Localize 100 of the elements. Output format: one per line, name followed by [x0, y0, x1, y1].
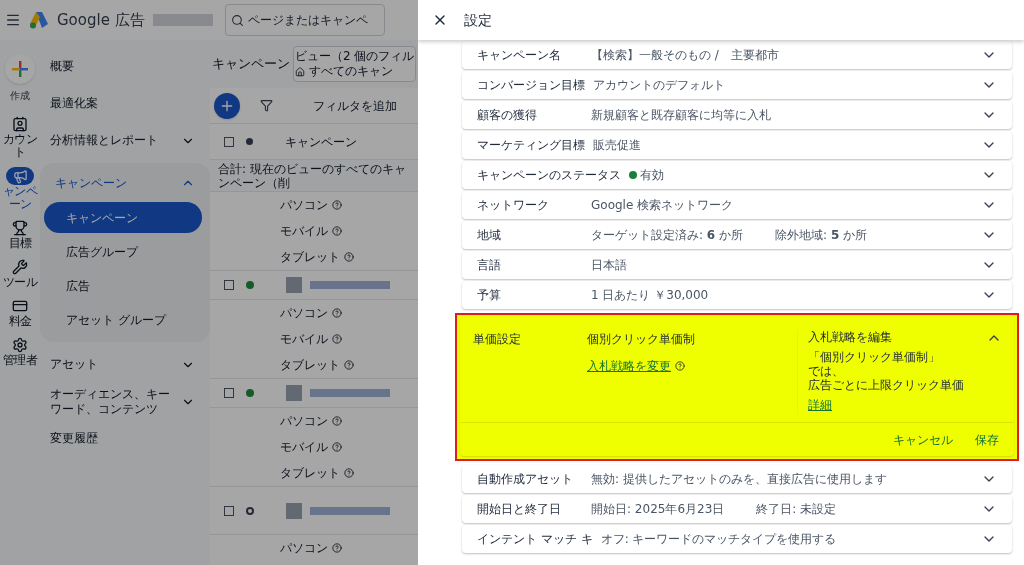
setting-row[interactable]: ネットワーク Google 検索ネットワーク [462, 191, 1012, 219]
help-icon[interactable] [332, 200, 342, 210]
checkbox[interactable] [224, 136, 234, 147]
setting-row[interactable]: キャンペーンのステータス 有効 [462, 161, 1012, 189]
logo-icon [29, 11, 49, 29]
help-icon[interactable] [344, 468, 354, 478]
help-icon[interactable] [332, 543, 342, 553]
contact-card-icon [12, 116, 28, 132]
setting-row[interactable]: キャンペーン名 【検索】一般そのもの / 主要都市 [462, 41, 1012, 69]
setting-value: オフ: キーワードのマッチタイプを使用する [600, 531, 837, 548]
nav-item[interactable]: オーディエンス、キーワード、コンテンツ [50, 386, 174, 417]
help-icon[interactable] [332, 416, 342, 426]
setting-label: キャンペーン名 [477, 47, 562, 64]
rail-item[interactable]: 管理者 [0, 336, 40, 367]
setting-row[interactable]: 言語 日本語 [462, 251, 1012, 279]
view-chip[interactable]: ビュー（2 個のフィル すべてのキャン [293, 46, 417, 82]
setting-row[interactable]: コンバージョン目標 アカウントのデフォルト [462, 71, 1012, 99]
tools-icon [12, 259, 28, 275]
nav-item[interactable]: 変更履歴 [50, 431, 174, 446]
help-icon[interactable] [332, 442, 342, 452]
rail-item[interactable]: ャンペーン [0, 167, 40, 211]
setting-value: 販売促進 [593, 137, 641, 154]
blurred-thumbnail [286, 277, 302, 293]
help-icon[interactable] [344, 252, 354, 262]
checkbox[interactable] [224, 388, 234, 398]
panel-action-button[interactable]: キャンセル [893, 430, 953, 449]
setting-value: Google 検索ネットワーク [591, 197, 734, 214]
side-text: 広告ごとに上限クリック単価 [808, 378, 964, 392]
setting-label: 予算 [477, 287, 502, 304]
rail-item[interactable]: 料金 [0, 297, 40, 328]
nav-item[interactable]: キャンペーン [40, 167, 210, 199]
nav-subitem[interactable]: 広告グループ [44, 236, 202, 267]
setting-value: 1 日あたり ￥30,000 [591, 287, 709, 304]
setting-row[interactable]: マーケティング目標 販売促進 [462, 131, 1012, 159]
device-label: パソコン [280, 413, 328, 430]
panel-action-button[interactable]: 保存 [975, 430, 999, 449]
setting-row[interactable]: 顧客の獲得 新規顧客と既存顧客に均等に入札 [462, 101, 1012, 129]
side-title: 入札戦略を編集 [808, 330, 892, 344]
total-row-label: 合計: 現在のビューのすべてのキャンペーン（削 [218, 161, 407, 190]
setting-label: 開始日と終了日 [477, 501, 562, 518]
megaphone-icon [12, 168, 28, 184]
add-filter-label[interactable]: フィルタを追加 [313, 96, 397, 115]
product-name: Google 広告 [57, 9, 145, 31]
plus-icon [12, 61, 28, 77]
side-text: 「個別クリック単価制」 [808, 350, 940, 364]
setting-value: 開始日: 2025年6月23日 [591, 501, 725, 518]
setting-value: 終了日: 未設定 [756, 501, 837, 518]
device-label: モバイル [280, 439, 328, 456]
device-label: パソコン [280, 305, 328, 322]
setting-label: ネットワーク [477, 197, 550, 214]
checkbox[interactable] [224, 280, 234, 290]
nav-subitem[interactable]: アセット グループ [44, 304, 202, 335]
trophy-icon [12, 220, 28, 236]
setting-label: 顧客の獲得 [477, 107, 538, 124]
add-button[interactable] [214, 92, 240, 119]
credit-card-icon [12, 298, 28, 314]
nav-item[interactable]: 最適化案 [50, 96, 174, 111]
menu-icon[interactable] [5, 12, 21, 28]
setting-value: 無効: 提供したアセットのみを、直接広告に使用します [591, 471, 887, 488]
details-link[interactable]: 詳細 [808, 398, 832, 412]
settings-icon [12, 337, 28, 353]
help-icon[interactable] [332, 226, 342, 236]
panel-title: 設定 [464, 10, 492, 30]
nav-item[interactable]: アセット [50, 357, 174, 372]
device-label: タブレット [280, 465, 340, 482]
setting-value: 【検索】一般そのもの / 主要都市 [591, 47, 779, 64]
page-title: キャンペーン [212, 55, 290, 74]
nav-item[interactable]: 分析情報とレポート [50, 133, 174, 148]
setting-row[interactable]: 開始日と終了日 開始日: 2025年6月23日 終了日: 未設定 [462, 495, 1012, 523]
help-icon[interactable] [332, 308, 342, 318]
setting-row[interactable]: 自動作成アセット 無効: 提供したアセットのみを、直接広告に使用します [462, 465, 1012, 493]
setting-row[interactable]: インテント マッチ キ オフ: キーワードのマッチタイプを使用する [462, 525, 1012, 553]
rail-item[interactable]: カウント [0, 115, 40, 159]
setting-label: キャンペーンのステータス [477, 167, 622, 184]
search-field[interactable]: ページまたはキャンペ [224, 4, 385, 36]
nav-subitem[interactable]: 広告 [44, 270, 202, 301]
home-icon [295, 66, 305, 77]
nav-subitem[interactable]: キャンペーン [44, 202, 202, 233]
nav-item[interactable]: 概要 [50, 59, 174, 74]
setting-row[interactable]: 地域 ターゲット設定済み: 6 か所 除外地域: 5 か所 [462, 221, 1012, 249]
column-header: キャンペーン [285, 133, 357, 151]
search-icon [230, 14, 244, 27]
setting-value: ターゲット設定済み: 6 か所 [591, 227, 744, 244]
setting-row[interactable]: 予算 1 日あたり ￥30,000 [462, 281, 1012, 309]
setting-label: 地域 [477, 227, 502, 244]
help-icon[interactable] [344, 360, 354, 370]
device-label: モバイル [280, 223, 328, 240]
device-label: モバイル [280, 331, 328, 348]
setting-value: 新規顧客と既存顧客に均等に入札 [591, 107, 771, 124]
rail-item[interactable]: 目標 [0, 219, 40, 250]
device-label: タブレット [280, 249, 340, 266]
checkbox[interactable] [224, 505, 234, 516]
filter-icon[interactable] [260, 99, 273, 112]
help-icon[interactable] [332, 334, 342, 344]
setting-label: 単価設定 [473, 331, 522, 348]
help-icon[interactable] [675, 361, 685, 371]
rail-item[interactable]: ツール [0, 258, 40, 289]
change-strategy-link[interactable]: 入札戦略を変更 [587, 357, 671, 375]
setting-value: 除外地域: 5 か所 [775, 227, 868, 244]
blurred-thumbnail [286, 502, 302, 519]
